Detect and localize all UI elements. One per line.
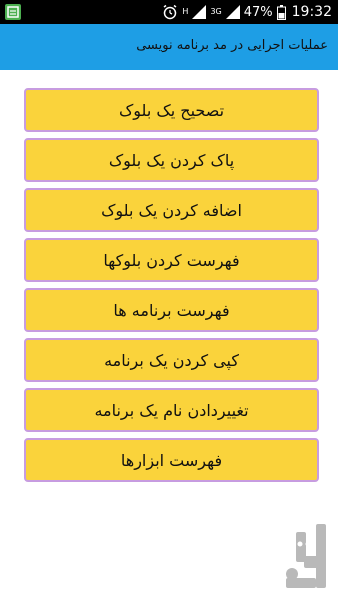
- signal-type-h-label: H: [182, 7, 189, 16]
- battery-percent: 47%: [243, 4, 273, 20]
- menu-item-list-tools[interactable]: فهرست ابزارها: [24, 438, 319, 482]
- signal-bars-icon: [192, 5, 207, 19]
- menu-item-add-block[interactable]: اضافه کردن یک بلوک: [24, 188, 319, 232]
- page-title: عملیات اجرایی در مد برنامه نویسی: [136, 38, 328, 53]
- menu-item-delete-block[interactable]: پاک کردن یک بلوک: [24, 138, 319, 182]
- store-logo-icon: [282, 522, 328, 590]
- signal-type-3g-label: 3G: [210, 7, 222, 16]
- alarm-clock-icon: [162, 4, 178, 20]
- clock: 19:32: [291, 4, 332, 20]
- app-bar: عملیات اجرایی در مد برنامه نویسی: [0, 24, 338, 70]
- menu-item-copy-program[interactable]: کپی کردن یک برنامه: [24, 338, 319, 382]
- signal-type-h-icon: H: [182, 8, 188, 16]
- menu-item-list-programs[interactable]: فهرست برنامه ها: [24, 288, 319, 332]
- signal-type-3g-icon: 3G: [210, 8, 221, 16]
- battery-icon: [276, 4, 286, 20]
- status-icons: H 3G 47% 19:32: [162, 0, 332, 24]
- menu-item-list-blocks[interactable]: فهرست کردن بلوکها: [24, 238, 319, 282]
- menu-item-rename-program[interactable]: تغییردادن نام یک برنامه: [24, 388, 319, 432]
- app-notification-icon: [5, 4, 21, 20]
- signal-bars-2-icon: [225, 5, 240, 19]
- status-bar: H 3G 47% 19:32: [0, 0, 338, 24]
- menu-item-edit-block[interactable]: تصحیح یک بلوک: [24, 88, 319, 132]
- menu-list: تصحیح یک بلوک پاک کردن یک بلوک اضافه کرد…: [24, 88, 319, 488]
